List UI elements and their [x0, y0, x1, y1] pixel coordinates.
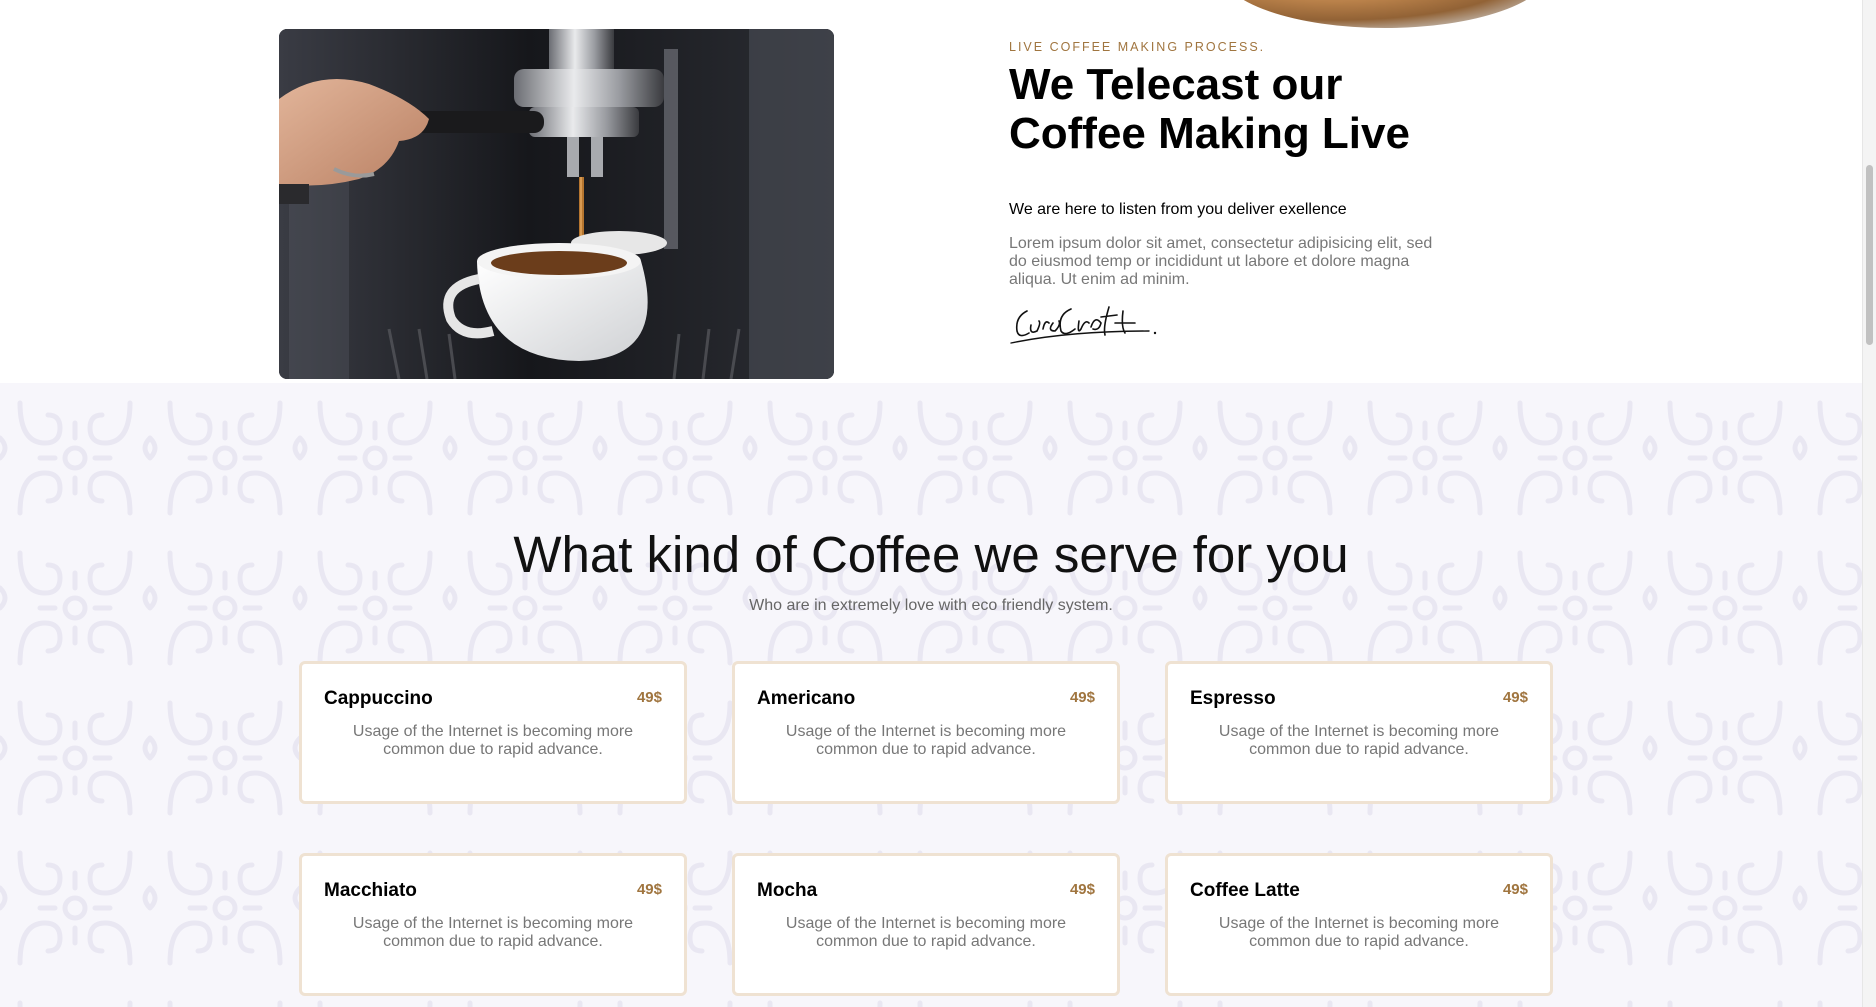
menu-card-name: Cappuccino	[324, 688, 433, 709]
menu-card-name: Americano	[757, 688, 856, 709]
menu-card-description: Usage of the Internet is becoming more c…	[785, 723, 1067, 758]
menu-card-name: Macchiato	[324, 880, 417, 901]
menu-card-name: Espresso	[1190, 688, 1276, 709]
menu-card-description: Usage of the Internet is becoming more c…	[1218, 915, 1500, 950]
menu-card-description: Usage of the Internet is becoming more c…	[352, 915, 634, 950]
signature-image	[1010, 306, 1157, 344]
live-title: We Telecast our Coffee Making Live	[1009, 60, 1410, 158]
menu-card-name: Coffee Latte	[1190, 880, 1300, 901]
menu-card-price: 49$	[636, 881, 662, 898]
live-eyebrow: LIVE COFFEE MAKING PROCESS.	[1009, 40, 1266, 54]
menu-card-coffee-latte[interactable]: Coffee Latte 49$ Usage of the Internet i…	[1165, 853, 1553, 996]
coffee-cup-image-partial	[1220, 0, 1550, 28]
menu-card-americano[interactable]: Americano 49$ Usage of the Internet is b…	[732, 661, 1120, 804]
coffee-menu-section: What kind of Coffee we serve for you Who…	[0, 383, 1862, 1007]
scrollbar-thumb[interactable]	[1866, 165, 1873, 345]
menu-card-macchiato[interactable]: Macchiato 49$ Usage of the Internet is b…	[299, 853, 687, 996]
live-body-text: Lorem ipsum dolor sit amet, consectetur …	[1009, 235, 1433, 288]
menu-card-description: Usage of the Internet is becoming more c…	[352, 723, 634, 758]
live-text-block: LIVE COFFEE MAKING PROCESS. We Telecast …	[1009, 40, 1489, 347]
menu-section-subtitle: Who are in extremely love with eco frien…	[749, 597, 1113, 614]
menu-section-title: What kind of Coffee we serve for you	[513, 526, 1349, 583]
menu-card-price: 49$	[1502, 881, 1528, 898]
page: LIVE COFFEE MAKING PROCESS. We Telecast …	[0, 0, 1876, 1007]
menu-card-description: Usage of the Internet is becoming more c…	[785, 915, 1067, 950]
menu-card-price: 49$	[1069, 881, 1095, 898]
menu-card-price: 49$	[1502, 689, 1528, 706]
menu-card-price: 49$	[636, 689, 662, 706]
menu-card-description: Usage of the Internet is becoming more c…	[1218, 723, 1500, 758]
menu-card-price: 49$	[1069, 689, 1095, 706]
menu-card-mocha[interactable]: Mocha 49$ Usage of the Internet is becom…	[732, 853, 1120, 996]
live-coffee-section: LIVE COFFEE MAKING PROCESS. We Telecast …	[0, 0, 1862, 383]
menu-card-name: Mocha	[757, 880, 818, 901]
menu-card-espresso[interactable]: Espresso 49$ Usage of the Internet is be…	[1165, 661, 1553, 804]
espresso-machine-photo	[279, 29, 834, 379]
page-scrollbar[interactable]	[1862, 0, 1876, 1007]
live-subtitle: We are here to listen from you deliver e…	[1009, 201, 1347, 218]
menu-card-cappuccino[interactable]: Cappuccino 49$ Usage of the Internet is …	[299, 661, 687, 804]
